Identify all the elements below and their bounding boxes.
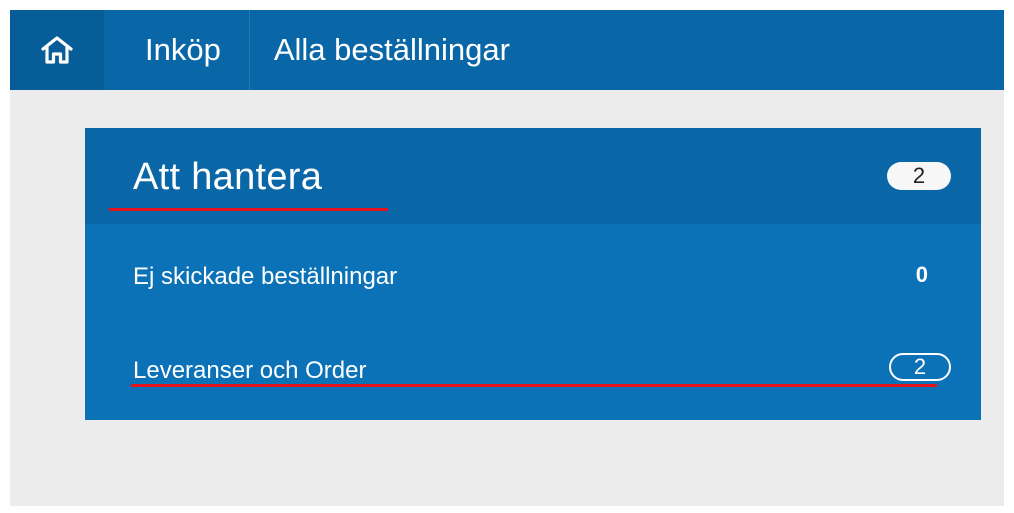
att-hantera-panel: Att hantera 2 Ej skickade beställningar … — [85, 128, 981, 420]
home-icon — [41, 36, 73, 64]
list-item-ej-skickade[interactable]: Ej skickade beställningar 0 — [85, 254, 981, 314]
panel-title: Att hantera — [133, 156, 323, 198]
nav-item-alla-bestallningar[interactable]: Alla beställningar — [250, 10, 534, 90]
list-item-count-badge: 2 — [889, 353, 951, 381]
nav-item-label: Alla beställningar — [273, 32, 510, 67]
list-item-label: Leveranser och Order — [133, 357, 367, 384]
list-item-leveranser-och-order[interactable]: Leveranser och Order 2 — [85, 348, 981, 408]
total-count-badge: 2 — [887, 162, 951, 190]
row-underline — [131, 384, 937, 387]
app-frame: Inköp Alla beställningar Att hantera 2 E… — [10, 10, 1004, 506]
panel-header: Att hantera 2 — [85, 128, 981, 224]
list-item-count: 0 — [915, 262, 928, 287]
nav-item-label: Inköp — [145, 32, 221, 67]
title-underline — [109, 208, 388, 211]
nav-item-inkop[interactable]: Inköp — [104, 10, 250, 90]
home-button[interactable] — [10, 10, 104, 90]
list-item-label: Ej skickade beställningar — [133, 263, 398, 290]
top-nav-bar: Inköp Alla beställningar — [10, 10, 1004, 90]
